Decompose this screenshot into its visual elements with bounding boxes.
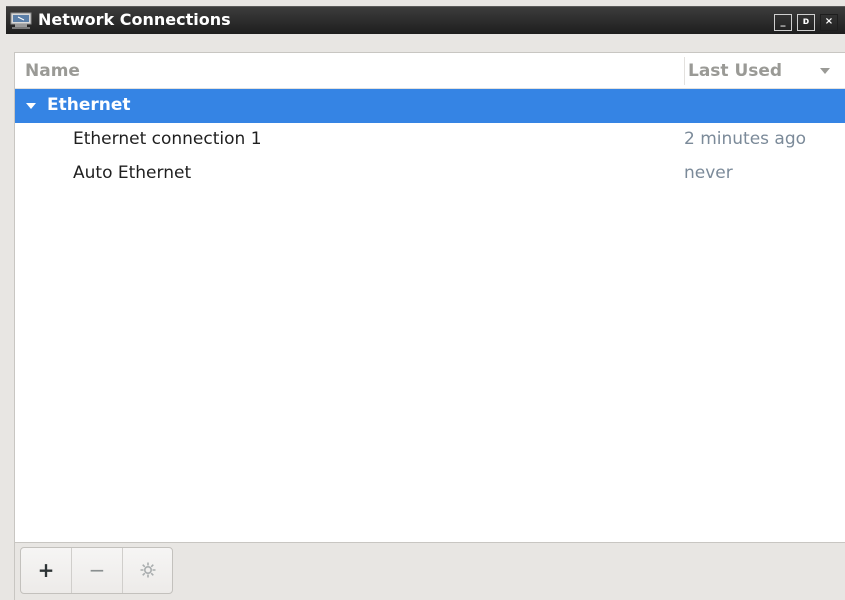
remove-connection-button[interactable]: − (72, 548, 123, 593)
group-row-ethernet[interactable]: Ethernet (15, 89, 845, 123)
connection-name: Auto Ethernet (73, 163, 192, 183)
title-bar[interactable]: Network Connections _ ᴅ × (0, 0, 845, 39)
maximize-button[interactable]: ᴅ (797, 14, 815, 31)
network-icon (10, 12, 32, 30)
connections-list[interactable]: Name Last Used Ethernet Ethernet connect… (14, 52, 845, 542)
connection-name: Ethernet connection 1 (73, 129, 262, 149)
connection-actions: + − (20, 547, 173, 594)
network-connections-window: Network Connections _ ᴅ × Name Last Used… (0, 0, 845, 600)
close-button[interactable]: × (820, 14, 838, 31)
expander-down-icon[interactable] (26, 103, 36, 109)
list-header: Name Last Used (15, 53, 845, 89)
sort-descending-icon[interactable] (820, 68, 830, 74)
column-header-last-used[interactable]: Last Used (688, 61, 782, 81)
connection-row-auto-ethernet[interactable]: Auto Ethernet never (15, 157, 845, 191)
window-title: Network Connections (38, 10, 231, 29)
connection-last-used: 2 minutes ago (684, 129, 807, 149)
title-bar-inner: Network Connections _ ᴅ × (6, 6, 845, 34)
group-label: Ethernet (47, 95, 131, 115)
column-header-name[interactable]: Name (25, 61, 80, 81)
add-connection-button[interactable]: + (21, 548, 72, 593)
column-divider[interactable] (684, 57, 685, 85)
edit-connection-button[interactable] (123, 548, 172, 593)
connection-last-used: never (684, 163, 733, 183)
bottom-toolbar: + − (14, 542, 845, 600)
connection-row-ethernet-connection-1[interactable]: Ethernet connection 1 2 minutes ago (15, 123, 845, 157)
minimize-button[interactable]: _ (774, 14, 792, 31)
